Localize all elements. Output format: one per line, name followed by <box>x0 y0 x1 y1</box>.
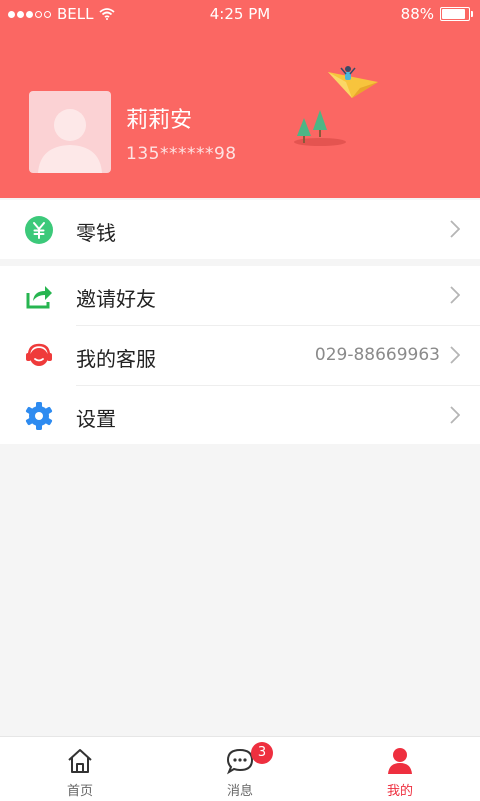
status-bar: BELL 4:25 PM 88% <box>0 0 480 28</box>
wallet-label: 零钱 <box>76 221 116 245</box>
invite-friends-label: 邀请好友 <box>76 287 156 311</box>
profile-header: BELL 4:25 PM 88% 莉莉安 135******98 <box>0 0 480 198</box>
share-icon <box>26 286 52 309</box>
customer-service-row[interactable]: 我的客服 029-88669963 <box>0 326 480 385</box>
settings-label: 设置 <box>76 407 116 431</box>
paper-plane-illustration <box>294 66 378 146</box>
user-icon <box>388 748 412 774</box>
bottom-tab-bar: 首页 3 消息 我的 <box>0 736 480 801</box>
gear-icon <box>25 402 53 430</box>
customer-service-phone: 029-88669963 <box>314 345 440 365</box>
menu-section: 邀请好友 我的客服 029-88669963 设置 <box>0 266 480 444</box>
tab-home-label: 首页 <box>66 784 93 799</box>
chevron-right-icon <box>450 406 460 424</box>
tab-messages-label: 消息 <box>226 784 253 799</box>
user-name: 莉莉安 <box>126 108 193 133</box>
chevron-right-icon <box>450 346 460 364</box>
yuan-coin-icon <box>25 216 53 244</box>
wallet-section: 零钱 <box>0 200 480 259</box>
tab-mine[interactable]: 我的 <box>320 737 480 801</box>
chevron-right-icon <box>450 220 460 238</box>
headset-icon <box>26 343 52 366</box>
avatar[interactable] <box>29 91 111 173</box>
status-right: 88% <box>400 5 473 23</box>
user-phone: 135******98 <box>126 144 237 164</box>
home-icon <box>68 749 92 773</box>
battery-percent: 88% <box>400 5 434 23</box>
customer-service-label: 我的客服 <box>76 347 156 371</box>
invite-friends-row[interactable]: 邀请好友 <box>0 266 480 325</box>
chevron-right-icon <box>450 286 460 304</box>
unread-badge: 3 <box>251 742 273 764</box>
default-avatar-icon <box>38 109 102 173</box>
tab-messages[interactable]: 3 消息 <box>160 737 320 801</box>
settings-row[interactable]: 设置 <box>0 386 480 445</box>
tab-mine-label: 我的 <box>386 784 413 799</box>
tab-home[interactable]: 首页 <box>0 737 160 801</box>
battery-icon <box>440 7 473 21</box>
wallet-row[interactable]: 零钱 <box>0 200 480 259</box>
